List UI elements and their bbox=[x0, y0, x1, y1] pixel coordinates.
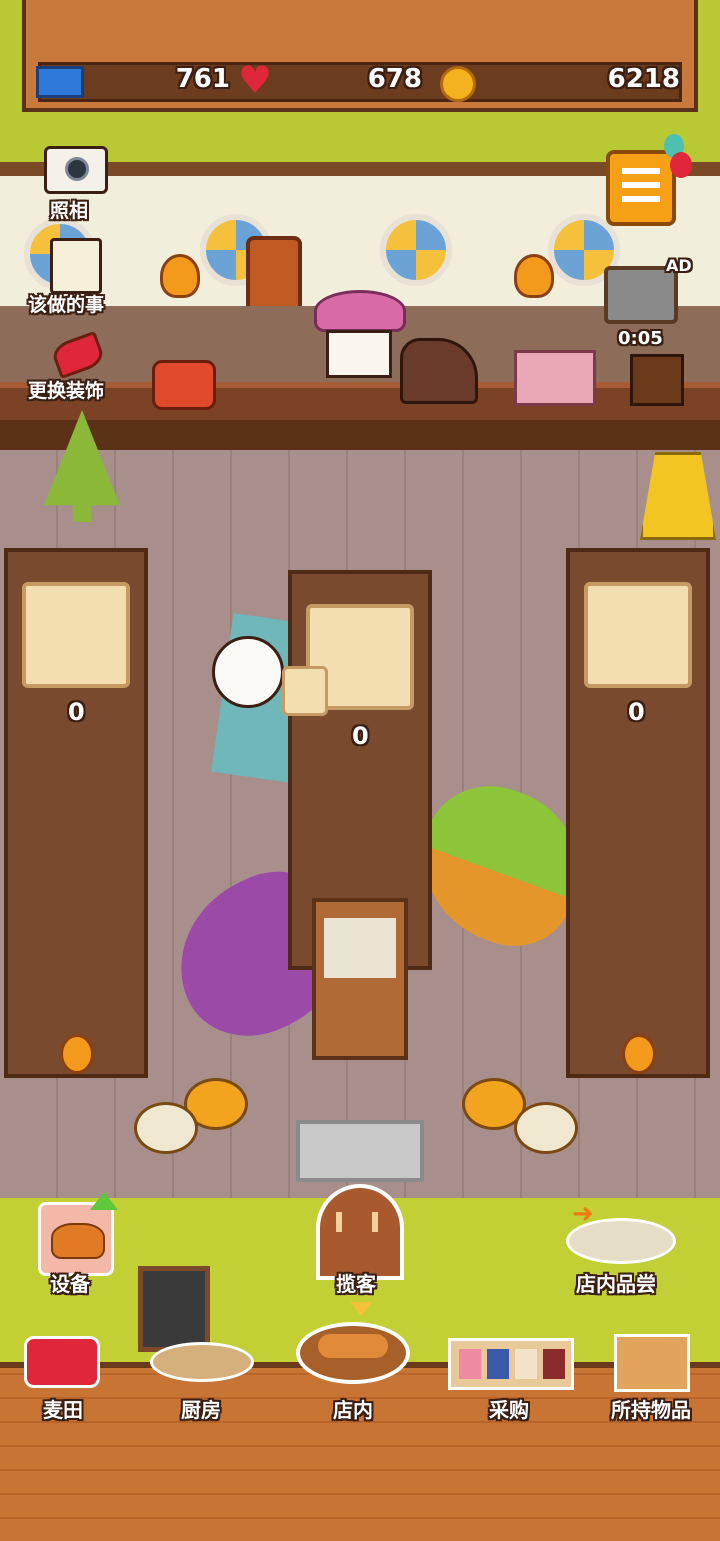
baker-character[interactable] bbox=[212, 636, 284, 708]
door-mat bbox=[296, 1120, 424, 1182]
table-left-count: 0 bbox=[68, 698, 85, 726]
camera-icon[interactable] bbox=[44, 146, 108, 194]
floor-lamp-right bbox=[622, 1034, 656, 1074]
nav-inventory[interactable]: 所持物品 bbox=[596, 1394, 706, 1423]
balloon-red-icon bbox=[670, 152, 692, 178]
equipment-button[interactable] bbox=[38, 1202, 114, 1276]
ticket-count: 761 bbox=[175, 64, 230, 94]
cutlery-station[interactable] bbox=[312, 898, 408, 1060]
inventory-box-icon[interactable] bbox=[614, 1334, 690, 1392]
bottom-nav-bar bbox=[0, 1362, 720, 1541]
carried-tray bbox=[282, 666, 328, 716]
decor-label[interactable]: 更换装饰 bbox=[28, 376, 104, 403]
bread-tray-right[interactable] bbox=[584, 582, 692, 688]
bread-tray-left[interactable] bbox=[22, 582, 130, 688]
nav-kitchen[interactable]: 厨房 bbox=[146, 1394, 256, 1423]
menu-button[interactable] bbox=[606, 150, 676, 226]
nav-shop-interior[interactable]: 店内 bbox=[298, 1394, 408, 1423]
floor-lamp-left bbox=[60, 1034, 94, 1074]
kitchen-icon[interactable] bbox=[150, 1342, 254, 1382]
ad-timer: 0:05 bbox=[618, 328, 663, 349]
heart-count: 678 bbox=[367, 64, 422, 94]
heart-icon: ♥ bbox=[238, 58, 273, 102]
arrow-right-icon: ➜ bbox=[572, 1199, 594, 1229]
nav-wheat-field[interactable]: 麦田 bbox=[8, 1394, 118, 1423]
equipment-label[interactable]: 设备 bbox=[50, 1268, 90, 1297]
purchase-icon[interactable] bbox=[448, 1338, 574, 1390]
table-right-count: 0 bbox=[628, 698, 645, 726]
acorn-lamp-right bbox=[514, 254, 554, 298]
solicit-label[interactable]: 揽客 bbox=[336, 1268, 376, 1297]
pumpkin-white-right bbox=[514, 1102, 578, 1154]
upgrade-arrow-icon bbox=[90, 1192, 118, 1210]
wheat-field-icon[interactable] bbox=[24, 1336, 100, 1388]
mushroom-cap bbox=[314, 290, 406, 332]
tasting-label[interactable]: 店内品尝 bbox=[576, 1268, 656, 1297]
mushroom-shopkeeper[interactable] bbox=[326, 330, 392, 378]
coffee-grinder bbox=[630, 354, 684, 406]
shop-door-button[interactable] bbox=[316, 1184, 404, 1280]
clipboard-icon[interactable] bbox=[50, 238, 102, 294]
nav-purchase[interactable]: 采购 bbox=[454, 1394, 564, 1423]
shop-interior-icon[interactable] bbox=[296, 1322, 410, 1384]
table-center-count: 0 bbox=[352, 722, 369, 750]
counter-base bbox=[0, 420, 720, 450]
telephone bbox=[152, 360, 216, 410]
ticket-icon bbox=[36, 66, 84, 98]
todo-label[interactable]: 该做的事 bbox=[28, 290, 104, 317]
window-center-right bbox=[380, 214, 452, 286]
menu-chalkboard bbox=[138, 1266, 210, 1352]
photo-label[interactable]: 照相 bbox=[50, 196, 88, 223]
shop-counter bbox=[0, 382, 720, 422]
coin-icon bbox=[440, 66, 476, 102]
acorn-lamp-left bbox=[160, 254, 200, 298]
pointer-arrow-icon bbox=[350, 1302, 372, 1316]
resource-bar bbox=[22, 0, 698, 112]
jam-jars bbox=[514, 350, 596, 406]
ad-badge: AD bbox=[666, 256, 692, 275]
pumpkin-white-left bbox=[134, 1102, 198, 1154]
coin-count: 6218 bbox=[607, 64, 680, 94]
